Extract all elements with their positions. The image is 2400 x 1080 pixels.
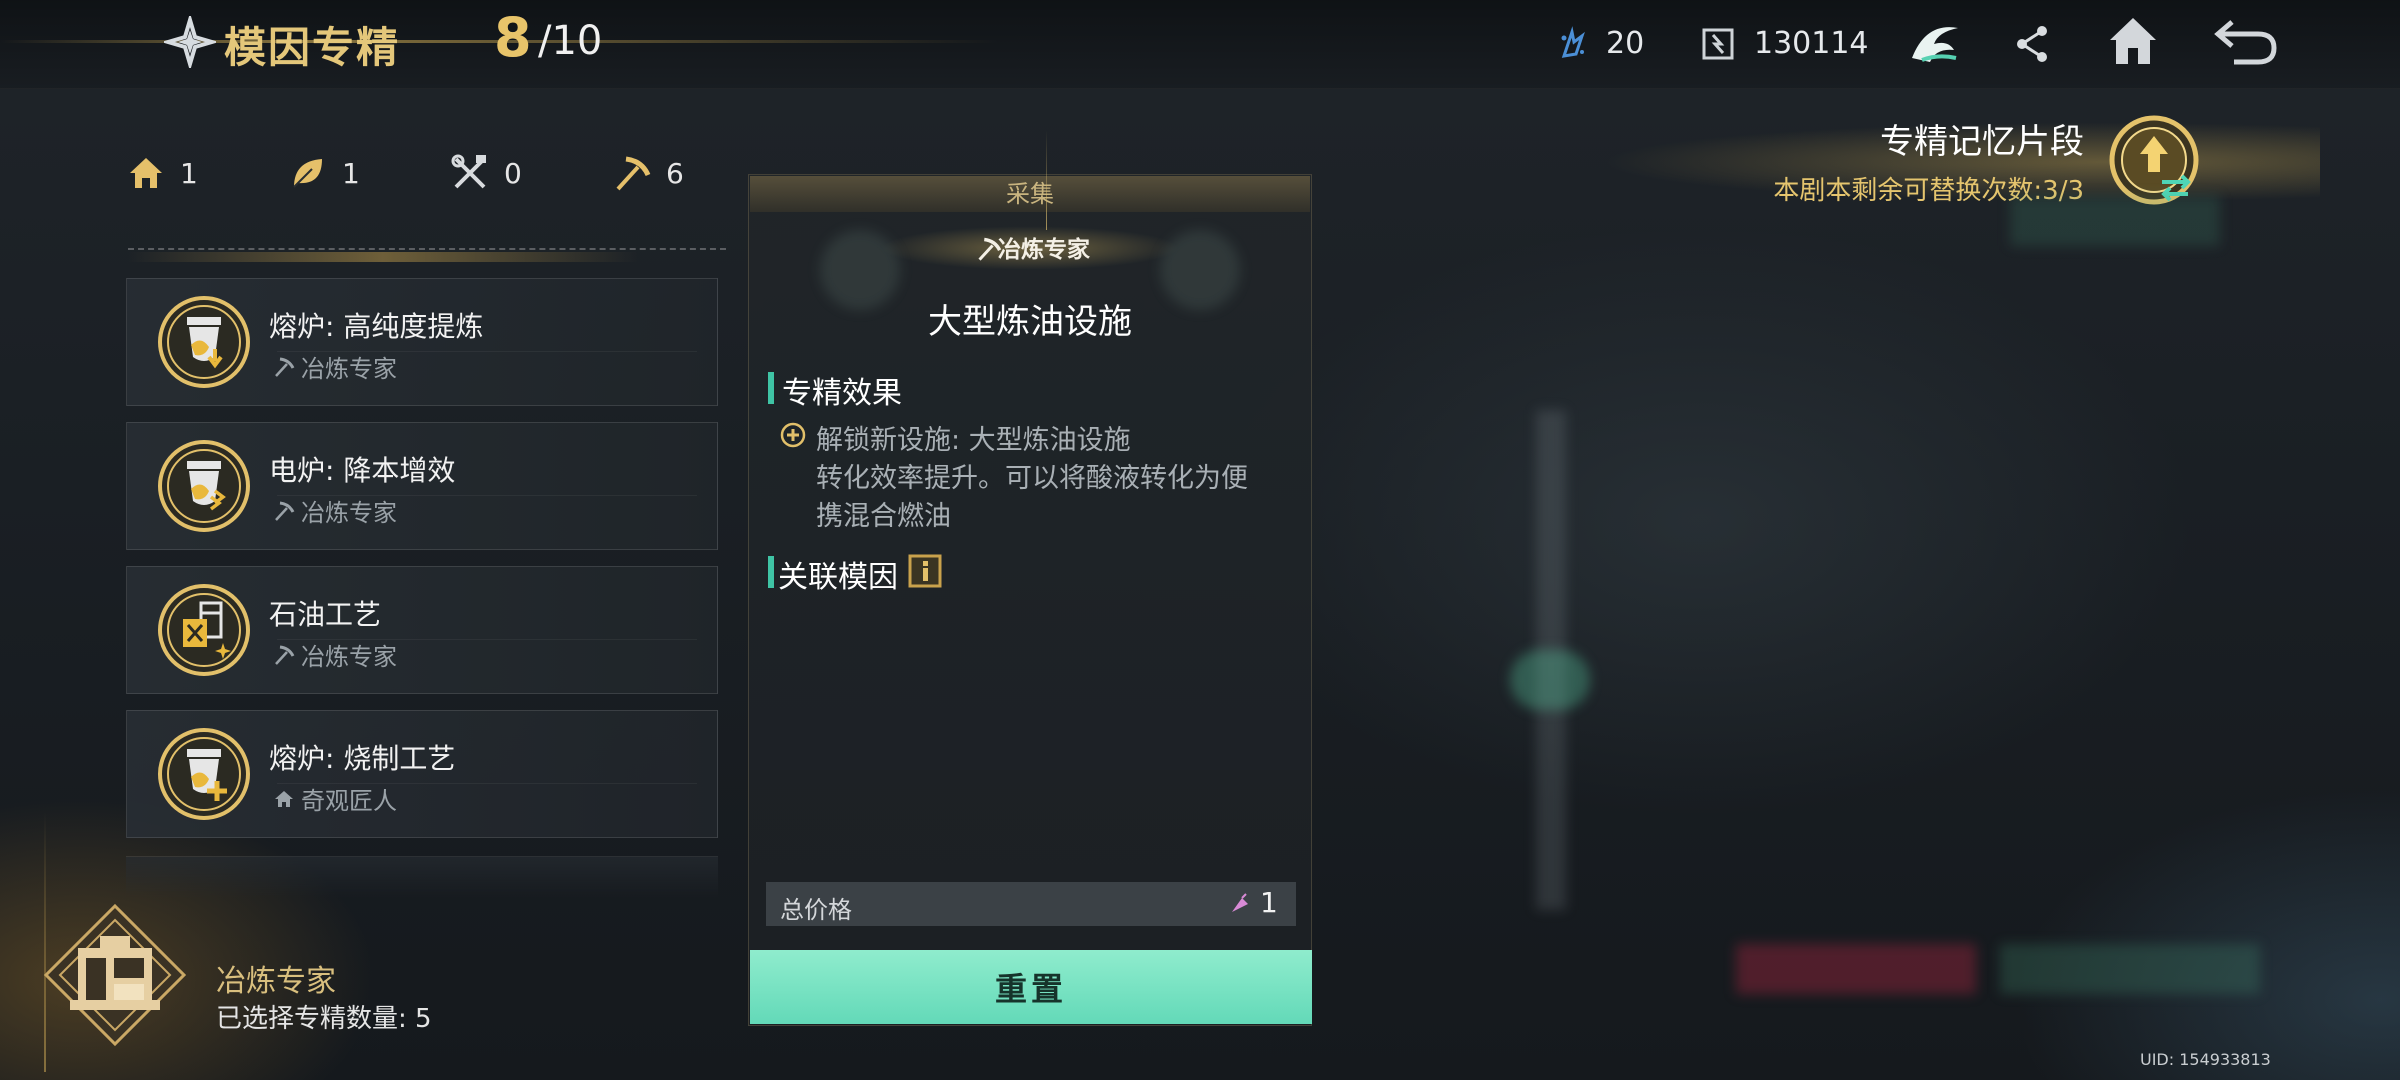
bg-green-button: [2000, 944, 2260, 994]
furnace-refine-icon: [158, 296, 250, 388]
uid-label: UID: 154933813: [2140, 1050, 2271, 1069]
stat-tools-value: 0: [504, 156, 522, 190]
detail-category: 采集: [1006, 180, 1054, 208]
item-tag-label: 奇观匠人: [301, 787, 397, 815]
bg-top-bar: [2010, 196, 2220, 246]
stat-tools: 0: [450, 150, 522, 196]
pickaxe-icon: [275, 645, 295, 665]
detail-title: 大型炼油设施: [928, 302, 1132, 342]
home-icon[interactable]: [2106, 14, 2160, 68]
item-tag: 冶炼专家: [273, 637, 397, 672]
price-value: 1: [1260, 886, 1278, 919]
item-name: 熔炉: 烧制工艺: [269, 742, 456, 775]
list-item[interactable]: 熔炉: 高纯度提炼 冶炼专家: [126, 278, 718, 406]
list-item[interactable]: 电炉: 降本增效 冶炼专家: [126, 422, 718, 550]
item-tag: 冶炼专家: [273, 493, 397, 528]
list-item[interactable]: 石油工艺 冶炼专家: [126, 566, 718, 694]
pickaxe-icon: [275, 357, 295, 377]
info-icon[interactable]: [908, 554, 942, 588]
effect-line: 转化效率提升。可以将酸液转化为便: [816, 463, 1248, 494]
leaf-icon: [293, 159, 322, 188]
pickaxe-icon: [275, 501, 295, 521]
item-tag: 奇观匠人: [273, 781, 397, 816]
list-top-divider: [128, 248, 726, 250]
crystal-icon: [1561, 26, 1585, 58]
item-tag-label: 冶炼专家: [301, 643, 397, 671]
bg-red-button: [1736, 944, 1976, 994]
stat-leaf: 1: [288, 150, 360, 196]
reset-button[interactable]: 重置: [750, 950, 1312, 1024]
token-count: 130114: [1754, 26, 1869, 61]
stat-pickaxe-value: 6: [666, 156, 684, 190]
stat-pickaxe: 6: [612, 150, 684, 196]
oil-process-icon: [158, 584, 250, 676]
gene-crystal-icon: [1232, 893, 1248, 912]
page-title: 模因专精: [224, 23, 401, 72]
plus-circle-icon: [780, 422, 806, 448]
stat-house-value: 1: [180, 156, 198, 190]
related-section-title: 关联模因: [778, 560, 898, 595]
mastery-count: 8: [494, 6, 532, 69]
reset-button-label: 重置: [994, 970, 1067, 1008]
share-icon[interactable]: [2014, 24, 2050, 64]
list-top-glow: [128, 252, 638, 262]
item-name: 电炉: 降本增效: [269, 454, 456, 487]
effect-line: 携混合燃油: [816, 501, 951, 532]
profile-name: 冶炼专家: [216, 964, 336, 999]
effect-line: 解锁新设施: 大型炼油设施: [816, 425, 1131, 456]
memory-title: 专精记忆片段: [1880, 122, 2084, 162]
tools-icon: [451, 154, 486, 189]
price-label: 总价格: [780, 896, 852, 924]
item-tag: 冶炼专家: [273, 349, 397, 384]
item-tag-label: 冶炼专家: [301, 499, 397, 527]
stat-house: 1: [126, 150, 198, 196]
crystal-count: 20: [1606, 26, 1645, 61]
electric-furnace-icon: [158, 440, 250, 532]
furnace-firing-icon: [158, 728, 250, 820]
house-icon: [275, 790, 293, 807]
detail-decor-line: [1046, 130, 1047, 230]
item-name: 石油工艺: [269, 598, 382, 631]
pickaxe-icon: [616, 156, 651, 191]
bg-node: [820, 230, 900, 310]
item-name: 熔炉: 高纯度提炼: [269, 310, 484, 343]
mastery-count-max: /10: [538, 18, 603, 64]
section-bar: [768, 556, 774, 588]
bg-node: [1510, 650, 1590, 710]
meme-mastery-icon: [164, 16, 216, 68]
faction-emblem-icon[interactable]: [1908, 18, 1962, 68]
back-icon[interactable]: [2212, 14, 2280, 68]
section-bar: [768, 372, 774, 404]
house-icon: [130, 158, 162, 188]
item-tag-label: 冶炼专家: [301, 355, 397, 383]
bg-node: [1160, 230, 1240, 310]
token-icon: [1702, 28, 1734, 60]
effect-section-title: 专精效果: [782, 376, 902, 411]
stat-leaf-value: 1: [342, 156, 360, 190]
selected-count: 已选择专精数量: 5: [216, 1004, 432, 1034]
list-item[interactable]: 熔炉: 烧制工艺 奇观匠人: [126, 710, 718, 838]
memory-swap-icon[interactable]: [2106, 112, 2202, 208]
list-item-partial[interactable]: [126, 856, 718, 897]
smelting-expert-emblem-icon: [43, 903, 187, 1047]
